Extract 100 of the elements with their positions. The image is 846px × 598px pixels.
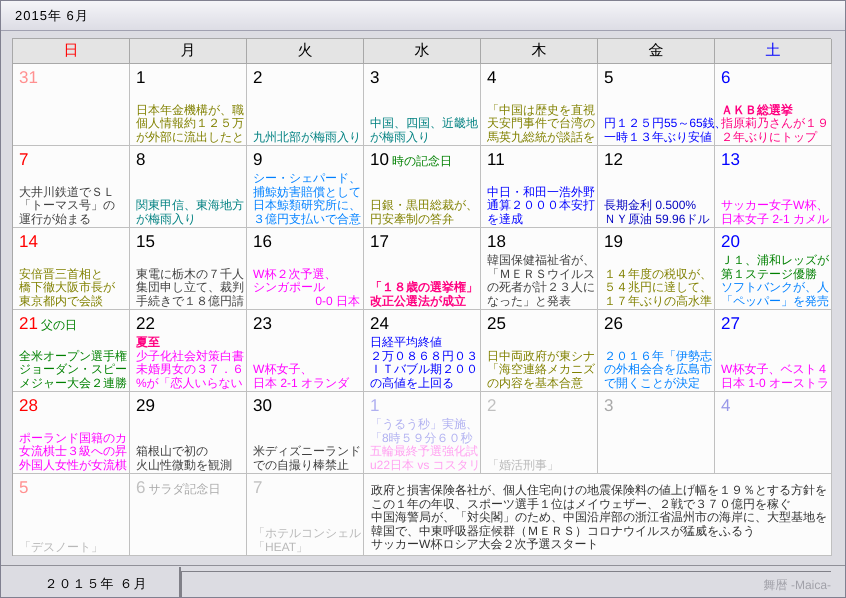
holiday-label: サラダ記念日 [148,481,220,498]
event-text: 日銀・黒田総裁が、 [370,199,479,212]
event-text: 女流棋士３級への昇 [19,445,128,458]
event-text: 未婚男女の３７．６ [136,363,245,376]
event-text: １４年度の税収が、 [604,268,713,281]
event-text: 東電に栃木の７千人 [136,268,245,281]
day-number: 17 [370,231,389,253]
event-text: W杯女子、ベスト４ [721,363,830,376]
day-number: 5 [604,67,614,89]
event-text: 米ディズニーランド [253,445,362,458]
event-text: 円安牽制の答弁 [370,212,455,226]
event-text: 日中両政府が東シナ [487,350,596,363]
day-number: 15 [136,231,155,253]
event-text: 五輪最終予選強化試 [370,445,479,458]
day-number: 6 [721,67,730,89]
day-number: 30 [253,395,272,417]
event-text: ジョーダン・スピー [19,363,128,376]
day-number: 22 [136,313,155,335]
event-text: 「ペッパー」を発売 [721,294,830,308]
day-number: 1 [136,67,146,89]
event-text: ＮＹ原油 59.96ドル [604,212,710,226]
event-text: 東京都内で会談 [19,294,104,308]
event-text: 改正公選法が成立 [370,294,467,308]
event-text: 運行が始まる [19,212,92,226]
event-text: 0-0 日本 [314,294,361,308]
event-text: 関東甲信、東海地方 [136,199,245,212]
day-number: 11 [487,149,505,171]
event-text: １７年ぶりの高水準 [604,294,713,308]
event-text: %が「恋人いらない [136,376,244,390]
event-text: 馬英九総統が談話を [487,130,596,144]
day-number: 4 [721,395,730,417]
event-text: 政府と損害保険各社が、個人住宅向けの地震保険料の値上げ幅を１９％とする方針を [371,484,824,498]
event-text: 「ホテルコンシェル [253,527,362,540]
event-text: シー・シェパード、 [253,172,362,186]
event-text: Ｊ１、浦和レッズが [721,254,830,268]
day-number: 9 [253,149,262,171]
event-text: の内容を基本合意 [487,376,584,390]
event-text: 外国人女性が女流棋 [19,458,128,472]
event-text: 日本年金機構が、職 [136,104,245,117]
day-number: 16 [253,231,272,253]
day-number: 3 [370,67,380,89]
event-text: この１年の年収、スポーツ選手１位はメイウェザー、２戦で３７０億円を稼ぐ [371,498,792,511]
event-text: W杯女子、 [253,363,314,376]
event-text: の外相会合を広島市 [604,363,713,376]
event-text: 指原莉乃さんが１９ [721,117,830,130]
event-text: サッカー女子W杯、 [721,199,830,212]
event-text: ポーランド国籍のカ [19,432,128,445]
day-number: 27 [721,313,740,335]
event-text: 少子化社会対策白書 [136,350,245,363]
event-text: が梅雨入り [136,212,197,226]
day-number: 6 [136,477,146,499]
holiday-label: 父の日 [40,317,77,334]
holiday-label: 時の記念日 [392,153,452,170]
weekday-header: 火 [247,39,364,64]
event-text: 通算２０００本安打 [487,199,596,212]
day-number: 13 [721,149,740,171]
event-text: ２万０８６８円０３ [370,350,479,363]
event-text: 長期金利 0.500% [604,199,698,212]
event-text: 「HEAT」 [253,540,310,554]
event-text: 大井川鉄道でＳＬ [19,186,116,199]
event-text: 橋下徹大阪市長が [19,281,116,294]
event-text: 日本 2-1 オランダ [253,376,350,390]
event-text: の高値を上回る [370,376,455,390]
event-text: 日本女子 2-1 カメル [721,212,830,226]
event-text: 「ＭＥＲＳウイルス [487,268,596,281]
event-text: ＩＴバブル期２００ [370,363,479,376]
event-text: 手続きで１８億円請 [136,294,245,308]
event-text: 中日・和田一浩外野 [487,186,596,199]
event-text: ２０１６年「伊勢志 [604,350,713,362]
event-text: 全米オープン選手権 [19,350,128,363]
day-number: 8 [136,149,146,171]
weekday-header: 水 [364,39,481,64]
day-number: 3 [604,395,614,417]
event-text: 「海空連絡メカニズ [487,363,596,376]
event-text: 中国海警局が、「対尖閣」のため、中国沿岸部の浙江省温州市の海岸に、大型基地を [371,511,824,524]
event-text: の死者が計２３人に [487,281,596,294]
event-text: 九州北部が梅雨入り [253,130,362,144]
day-number: 18 [487,231,506,253]
weekday-header: 木 [481,39,598,64]
day-number: 24 [370,313,389,335]
event-text: 個人情報約１２５万 [136,117,245,130]
day-number: 26 [604,313,623,335]
event-text: 一時１３年ぶり安値 [604,130,713,144]
event-text: 天安門事件で台湾の [487,117,596,130]
day-number: 23 [253,313,272,335]
event-text: 中国、四国、近畿地 [370,117,479,130]
day-number: 2 [253,67,262,89]
event-text: での自撮り棒禁止 [253,458,350,472]
day-number: 7 [19,149,28,171]
event-text: ５４兆円に達して、 [604,281,713,294]
event-text: 「婚活刑事」 [487,458,560,472]
weekday-header: 月 [130,39,247,64]
event-text: 箱根山で初の [136,445,209,458]
event-text: 第１ステージ優勝 [721,268,818,281]
day-number: 10 [370,149,389,171]
event-text: 「デスノート」 [19,540,104,554]
event-text: 日本鯨類研究所に、 [253,199,362,212]
event-text: ＡＫＢ総選挙 [721,104,794,117]
event-text: 韓国保健福祉省が、 [487,254,596,268]
event-text: 夏至 [136,336,161,350]
